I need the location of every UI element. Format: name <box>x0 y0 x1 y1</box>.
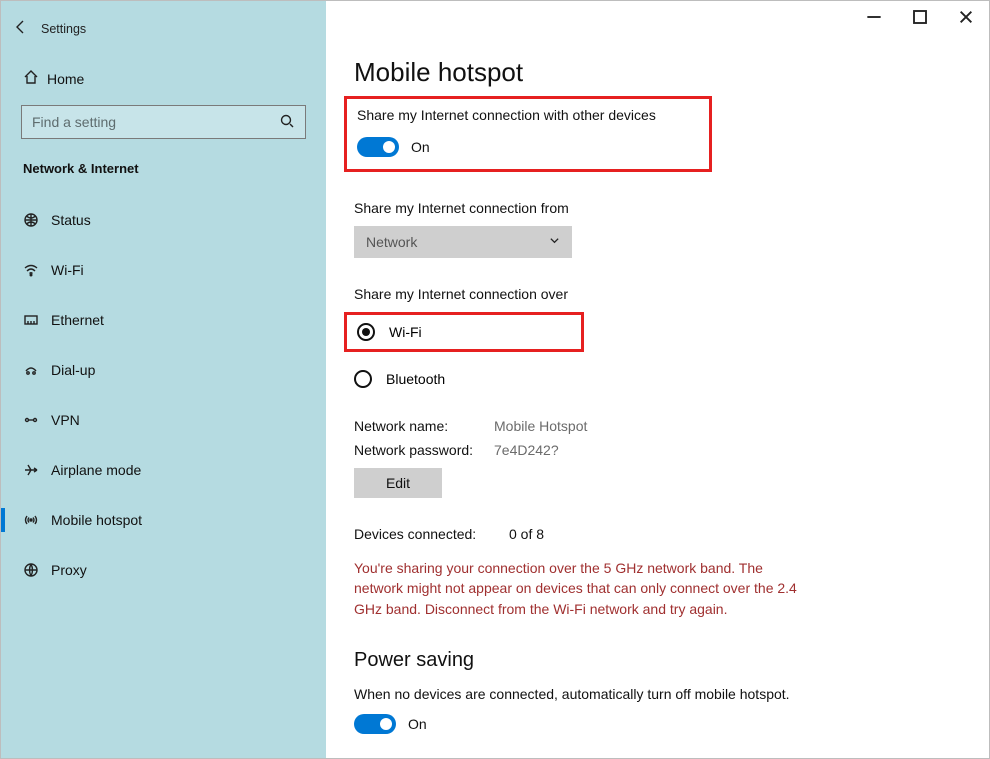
window-controls <box>851 1 989 33</box>
sidebar-item-label: Ethernet <box>51 312 104 328</box>
radio-bluetooth-indicator <box>354 370 372 388</box>
share-toggle-label: Share my Internet connection with other … <box>357 107 699 123</box>
edit-button[interactable]: Edit <box>354 468 442 498</box>
titlebar: Settings <box>1 13 326 45</box>
share-from-section: Share my Internet connection from Networ… <box>354 200 959 258</box>
share-over-label: Share my Internet connection over <box>354 286 959 302</box>
sidebar-item-label: Proxy <box>51 562 87 578</box>
devices-connected-label: Devices connected: <box>354 526 509 542</box>
maximize-button[interactable] <box>897 1 943 33</box>
sidebar-item-label: Dial-up <box>51 362 95 378</box>
share-toggle-section: Share my Internet connection with other … <box>344 96 712 172</box>
power-saving-state: On <box>408 716 427 732</box>
search-icon <box>279 113 295 132</box>
chevron-down-icon <box>549 235 560 249</box>
sidebar-item-dialup[interactable]: Dial-up <box>1 350 326 390</box>
ethernet-icon <box>23 312 51 328</box>
radio-wifi-indicator <box>357 323 375 341</box>
sidebar-category-title: Network & Internet <box>1 157 326 182</box>
home-nav[interactable]: Home <box>1 63 326 95</box>
share-from-dropdown[interactable]: Network <box>354 226 572 258</box>
status-icon <box>23 212 51 228</box>
sidebar-item-mobile-hotspot[interactable]: Mobile hotspot <box>1 500 326 540</box>
back-button[interactable] <box>1 19 41 40</box>
sidebar-item-ethernet[interactable]: Ethernet <box>1 300 326 340</box>
sidebar-item-label: Mobile hotspot <box>51 512 142 528</box>
dialup-icon <box>23 362 51 378</box>
home-label: Home <box>47 71 84 87</box>
sidebar-item-status[interactable]: Status <box>1 200 326 240</box>
power-saving-desc: When no devices are connected, automatic… <box>354 686 959 702</box>
devices-connected-row: Devices connected: 0 of 8 <box>354 526 959 542</box>
search-box[interactable] <box>21 105 306 139</box>
sidebar-item-label: Airplane mode <box>51 462 141 478</box>
home-icon <box>23 69 47 89</box>
toggle-knob <box>383 141 395 153</box>
dropdown-value: Network <box>366 234 417 250</box>
devices-connected-value: 0 of 8 <box>509 526 544 542</box>
minimize-button[interactable] <box>851 1 897 33</box>
sidebar-item-proxy[interactable]: Proxy <box>1 550 326 590</box>
radio-bluetooth[interactable]: Bluetooth <box>354 370 959 388</box>
proxy-icon <box>23 562 51 578</box>
vpn-icon <box>23 412 51 428</box>
share-toggle-state: On <box>411 139 430 155</box>
sidebar: Settings Home Network & Internet Status <box>1 1 326 758</box>
network-name-label: Network name: <box>354 418 494 434</box>
power-saving-toggle[interactable] <box>354 714 396 734</box>
content-pane: Mobile hotspot Share my Internet connect… <box>326 1 989 758</box>
radio-wifi[interactable]: Wi-Fi <box>357 323 571 341</box>
sidebar-item-wifi[interactable]: Wi-Fi <box>1 250 326 290</box>
page-title: Mobile hotspot <box>354 57 959 88</box>
app-title: Settings <box>41 22 86 36</box>
power-saving-title: Power saving <box>354 649 959 672</box>
network-password-value: 7e4D242? <box>494 442 559 458</box>
wifi-icon <box>23 262 51 278</box>
band-warning-text: You're sharing your connection over the … <box>354 558 814 619</box>
network-password-label: Network password: <box>354 442 494 458</box>
network-details: Network name: Mobile Hotspot Network pas… <box>354 418 959 498</box>
search-input[interactable] <box>32 114 279 130</box>
share-over-section: Share my Internet connection over Wi-Fi … <box>354 286 959 388</box>
radio-bluetooth-label: Bluetooth <box>386 371 445 387</box>
close-button[interactable] <box>943 1 989 33</box>
sidebar-item-vpn[interactable]: VPN <box>1 400 326 440</box>
airplane-icon <box>23 462 51 478</box>
settings-window: Settings Home Network & Internet Status <box>0 0 990 759</box>
network-name-value: Mobile Hotspot <box>494 418 587 434</box>
sidebar-item-label: Wi-Fi <box>51 262 84 278</box>
share-from-label: Share my Internet connection from <box>354 200 959 216</box>
sidebar-item-airplane[interactable]: Airplane mode <box>1 450 326 490</box>
sidebar-item-label: VPN <box>51 412 80 428</box>
hotspot-icon <box>23 512 51 528</box>
sidebar-item-label: Status <box>51 212 91 228</box>
radio-wifi-label: Wi-Fi <box>389 324 422 340</box>
toggle-knob <box>380 718 392 730</box>
share-toggle[interactable] <box>357 137 399 157</box>
